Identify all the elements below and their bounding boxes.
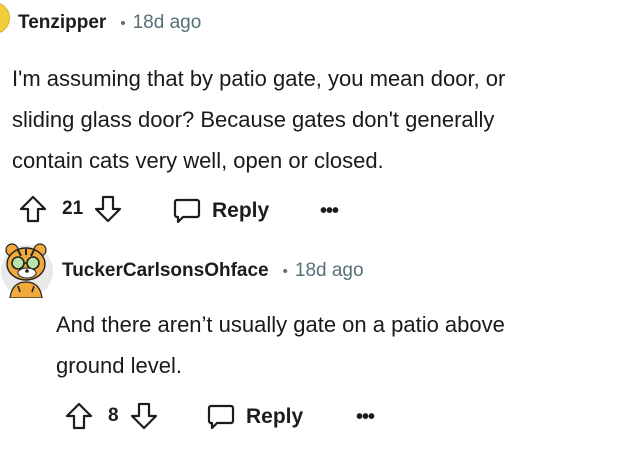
vote-bar: 8 bbox=[64, 401, 159, 431]
speech-bubble-icon bbox=[172, 196, 202, 226]
comment-header: Tenzipper • 18d ago bbox=[18, 12, 201, 34]
vote-bar: 21 bbox=[18, 194, 123, 224]
ellipsis-icon: ••• bbox=[356, 406, 375, 428]
upvote-arrow-icon[interactable] bbox=[64, 401, 94, 431]
avatar[interactable] bbox=[0, 240, 54, 299]
comment-body: And there aren’t usually gate on a patio… bbox=[56, 304, 616, 386]
more-options-button[interactable]: ••• bbox=[356, 406, 375, 429]
comment-line: sliding glass door? Because gates don't … bbox=[12, 107, 495, 132]
more-options-button[interactable]: ••• bbox=[320, 200, 339, 223]
downvote-arrow-icon[interactable] bbox=[93, 194, 123, 224]
comment-line: contain cats very well, open or closed. bbox=[12, 148, 384, 173]
tiger-avatar-icon bbox=[1, 243, 53, 299]
reply-label: Reply bbox=[246, 405, 304, 428]
username[interactable]: Tenzipper bbox=[18, 12, 106, 34]
ellipsis-icon: ••• bbox=[320, 200, 339, 222]
separator-dot: • bbox=[282, 262, 288, 280]
downvote-arrow-icon[interactable] bbox=[129, 401, 159, 431]
comment-line: And there aren’t usually gate on a patio… bbox=[56, 312, 505, 337]
comment-body: I'm assuming that by patio gate, you mea… bbox=[12, 58, 612, 181]
comment-header: TuckerCarlsonsOhface • 18d ago bbox=[62, 260, 364, 282]
comment-line: ground level. bbox=[56, 353, 182, 378]
comment-line: I'm assuming that by patio gate, you mea… bbox=[12, 66, 506, 91]
vote-count: 21 bbox=[62, 198, 84, 219]
upvote-arrow-icon[interactable] bbox=[18, 194, 48, 224]
timestamp[interactable]: 18d ago bbox=[295, 260, 364, 282]
speech-bubble-icon bbox=[206, 402, 236, 432]
timestamp[interactable]: 18d ago bbox=[133, 12, 202, 34]
separator-dot: • bbox=[120, 14, 126, 32]
vote-count: 8 bbox=[108, 405, 119, 426]
reply-button[interactable]: Reply bbox=[206, 402, 303, 432]
reply-button[interactable]: Reply bbox=[172, 196, 269, 226]
username[interactable]: TuckerCarlsonsOhface bbox=[62, 260, 269, 282]
avatar[interactable] bbox=[0, 2, 10, 34]
reply-label: Reply bbox=[212, 199, 270, 222]
